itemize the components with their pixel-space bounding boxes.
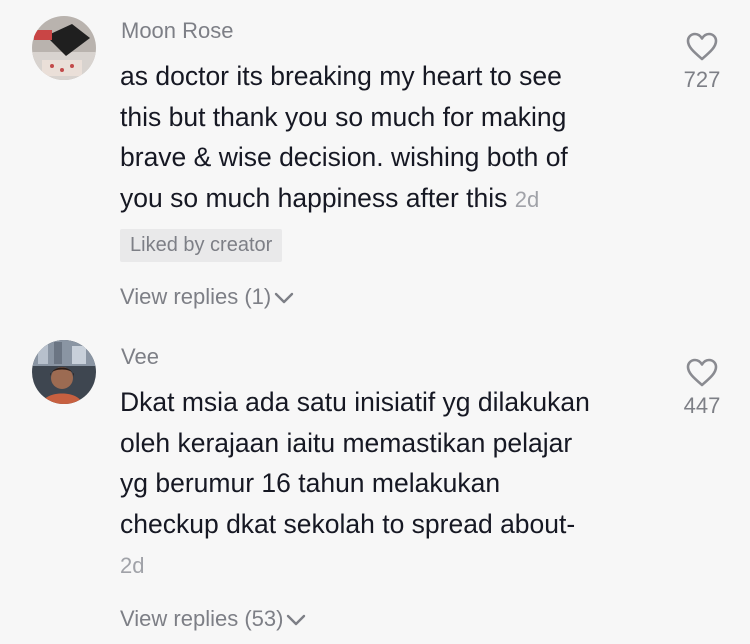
chevron-down-icon — [274, 284, 294, 310]
avatar[interactable] — [32, 16, 96, 80]
comment-text: Dkat msia ada satu inisiatif yg dilakuka… — [120, 382, 660, 587]
like-button[interactable]: 727 — [672, 32, 732, 93]
view-replies-label: View replies (1) — [120, 284, 272, 309]
like-button[interactable]: 447 — [672, 358, 732, 419]
comment-body: as doctor its breaking my heart to see t… — [120, 61, 568, 213]
like-count: 727 — [683, 67, 721, 92]
chevron-down-icon — [286, 606, 306, 632]
comment-timestamp: 2d — [514, 186, 540, 212]
comment-body: Dkat msia ada satu inisiatif yg dilakuka… — [120, 387, 590, 539]
comment-text: as doctor its breaking my heart to see t… — [120, 56, 660, 220]
liked-by-creator-badge: Liked by creator — [120, 229, 283, 262]
view-replies-button[interactable]: View replies (53) — [120, 606, 306, 632]
view-replies-button[interactable]: View replies (1) — [120, 284, 294, 310]
view-replies-label: View replies (53) — [120, 606, 284, 631]
like-count: 447 — [683, 393, 721, 418]
comment-username[interactable]: Vee — [121, 344, 159, 370]
heart-outline-icon — [672, 358, 732, 388]
comment-timestamp: 2d — [120, 553, 145, 578]
heart-outline-icon — [672, 32, 732, 62]
avatar[interactable] — [32, 340, 96, 404]
comment-username[interactable]: Moon Rose — [121, 18, 234, 44]
